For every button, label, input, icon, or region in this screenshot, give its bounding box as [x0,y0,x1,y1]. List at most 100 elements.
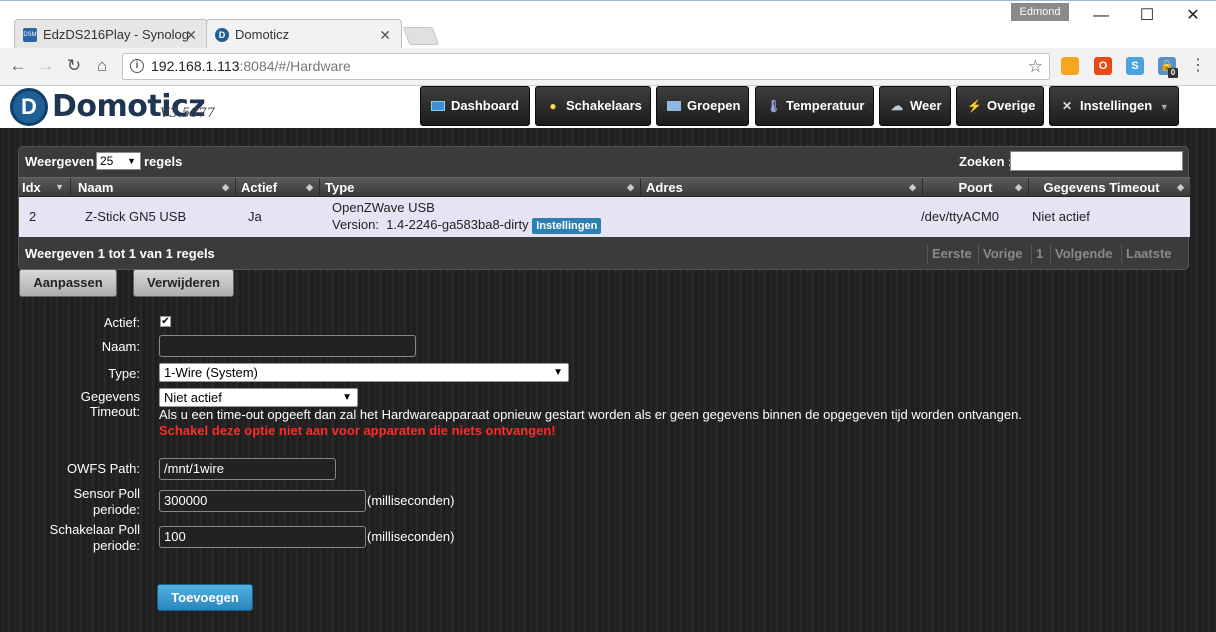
lightbulb-icon: ● [549,99,557,113]
maximize-icon[interactable]: ☐ [1124,3,1170,29]
switch-poll-label-2: periode: [93,538,140,553]
pager-first[interactable]: Eerste [927,244,976,264]
type-label: Type: [108,366,140,381]
column-header-naam[interactable]: Naam ◆ [71,178,236,198]
reload-icon[interactable]: ↻ [62,54,86,78]
browser-toolbar: ← → ↻ ⌂ i 192.168.1.113:8084/#/Hardware … [0,48,1216,86]
column-label: Naam [78,180,114,195]
chevron-down-icon: ▼ [127,156,136,166]
column-header-actief[interactable]: Actief ◆ [236,178,320,198]
name-label: Naam: [101,339,140,354]
sensor-poll-unit: (milliseconden) [367,493,455,508]
column-header-idx[interactable]: Idx ▼ [19,178,71,198]
nav-dashboard[interactable]: Dashboard [420,86,530,126]
domoticz-icon: D [215,28,229,42]
switch-poll-input[interactable]: 100 [159,526,366,548]
domoticz-logo-icon[interactable]: D [10,88,48,126]
sort-icon: ◆ [1177,182,1184,192]
group-icon [667,101,681,111]
cell-active: Ja [248,209,262,224]
nav-label: Overige [987,98,1036,113]
owfs-path-input[interactable]: /mnt/1wire [159,458,336,480]
close-icon[interactable]: ✕ [185,20,197,50]
hardware-table-panel: Weergeven 25 ▼ regels Zoeken : Idx ▼ Naam… [18,146,1190,271]
close-window-icon[interactable]: ✕ [1170,3,1216,29]
cell-type-line1: OpenZWave USB [332,200,435,215]
search-label: Zoeken : [959,154,1013,169]
nav-groepen[interactable]: Groepen [656,86,749,126]
update-button[interactable]: Aanpassen [19,269,117,297]
home-icon[interactable]: ⌂ [90,54,114,78]
extension-orange-icon[interactable] [1061,57,1079,75]
nav-schakelaars[interactable]: ● Schakelaars [535,86,651,126]
info-icon[interactable]: i [130,59,144,73]
profile-badge[interactable]: Edmond [1011,3,1069,21]
pager-previous[interactable]: Vorige [978,244,1027,264]
sort-icon: ◆ [1015,182,1022,192]
timeout-warning-text: Schakel deze optie niet aan voor apparat… [159,423,556,438]
switch-poll-unit: (milliseconden) [367,529,455,544]
search-input[interactable] [1010,151,1183,171]
hardware-settings-button[interactable]: Instellingen [532,218,602,234]
cell-type-line2: Version: 1.4-2246-ga583ba8-dirty Instell… [332,217,602,234]
column-header-timeout[interactable]: Gegevens Timeout ◆ [1029,178,1190,198]
pager-page-1[interactable]: 1 [1031,244,1047,264]
nav-instellingen[interactable]: ✕ Instellingen ▼ [1049,86,1179,126]
tab-synology[interactable]: DSM EdzDS216Play - Synolog ✕ [14,19,208,49]
table-header: Idx ▼ Naam ◆ Actief ◆ Type ◆ Adres ◆ Poort ◆ G… [19,177,1190,198]
nav-temperatuur[interactable]: 🌡 Temperatuur [755,86,874,126]
skype-icon[interactable]: S [1126,57,1144,75]
column-label: Adres [646,180,683,195]
active-checkbox[interactable]: ✔ [160,316,171,327]
column-label: Poort [958,180,993,195]
add-hardware-button[interactable]: Toevoegen [157,584,253,611]
column-label: Type [325,180,355,195]
cell-timeout: Niet actief [1032,209,1090,224]
nav-label: Temperatuur [786,98,865,113]
forward-icon[interactable]: → [34,54,58,78]
nav-weer[interactable]: ☁ Weer [879,86,951,126]
timeout-label-2: Timeout: [89,404,140,419]
table-footer: Weergeven 1 tot 1 van 1 regels Eerste Vo… [19,237,1190,271]
cell-type-version: Version: 1.4-2246-ga583ba8-dirty [332,217,529,232]
new-tab-button[interactable] [402,27,440,45]
bookmark-star-icon[interactable]: ☆ [1028,54,1043,79]
address-bar[interactable]: i 192.168.1.113:8084/#/Hardware ☆ [122,53,1050,80]
pager-last[interactable]: Laatste [1121,244,1176,264]
sort-icon: ◆ [909,182,916,192]
tab-domoticz[interactable]: D Domoticz ✕ [206,19,402,49]
office-icon[interactable]: O [1094,57,1112,75]
nav-overige[interactable]: ⚡ Overige [956,86,1044,126]
back-icon[interactable]: ← [6,54,30,78]
table-row[interactable]: 2 Z-Stick GN5 USB Ja OpenZWave USB Versi… [19,197,1190,237]
pager-next[interactable]: Volgende [1050,244,1117,264]
column-label: Actief [241,180,278,195]
sort-desc-icon: ▼ [55,182,64,192]
column-header-adres[interactable]: Adres ◆ [641,178,923,198]
timeout-label-1: Gegevens [80,389,140,404]
delete-button[interactable]: Verwijderen [133,269,234,297]
cell-idx: 2 [29,209,37,224]
nav-label: Schakelaars [566,98,642,113]
table-info: Weergeven 1 tot 1 van 1 regels [25,246,215,261]
cell-port: /dev/ttyACM0 [921,209,1000,224]
sensor-poll-label-2: periode: [93,502,140,517]
column-header-type[interactable]: Type ◆ [320,178,641,198]
close-icon[interactable]: ✕ [379,20,391,50]
page-size-select[interactable]: 25 ▼ [96,152,141,170]
timeout-select[interactable]: Niet actief ▼ [159,388,358,407]
nav-label: Weer [910,98,942,113]
column-header-poort[interactable]: Poort ◆ [923,178,1029,198]
name-input[interactable] [159,335,416,357]
type-select[interactable]: 1-Wire (System) ▼ [159,363,569,382]
menu-icon[interactable]: ⋮ [1186,54,1210,78]
chevron-down-icon: ▼ [342,392,352,403]
table-controls: Weergeven 25 ▼ regels Zoeken : [19,147,1190,177]
sensor-poll-input[interactable]: 300000 [159,490,366,512]
page-content: D Domoticz V3.5877 Dashboard ● Schakelaa… [0,86,1216,632]
timeout-value: Niet actief [164,390,222,405]
minimize-icon[interactable]: — [1078,3,1124,29]
timeout-help-text: Als u een time-out opgeeft dan zal het H… [159,407,1022,422]
monitor-icon [431,101,445,111]
browser-titlebar: DSM EdzDS216Play - Synolog ✕ D Domoticz … [0,0,1216,49]
